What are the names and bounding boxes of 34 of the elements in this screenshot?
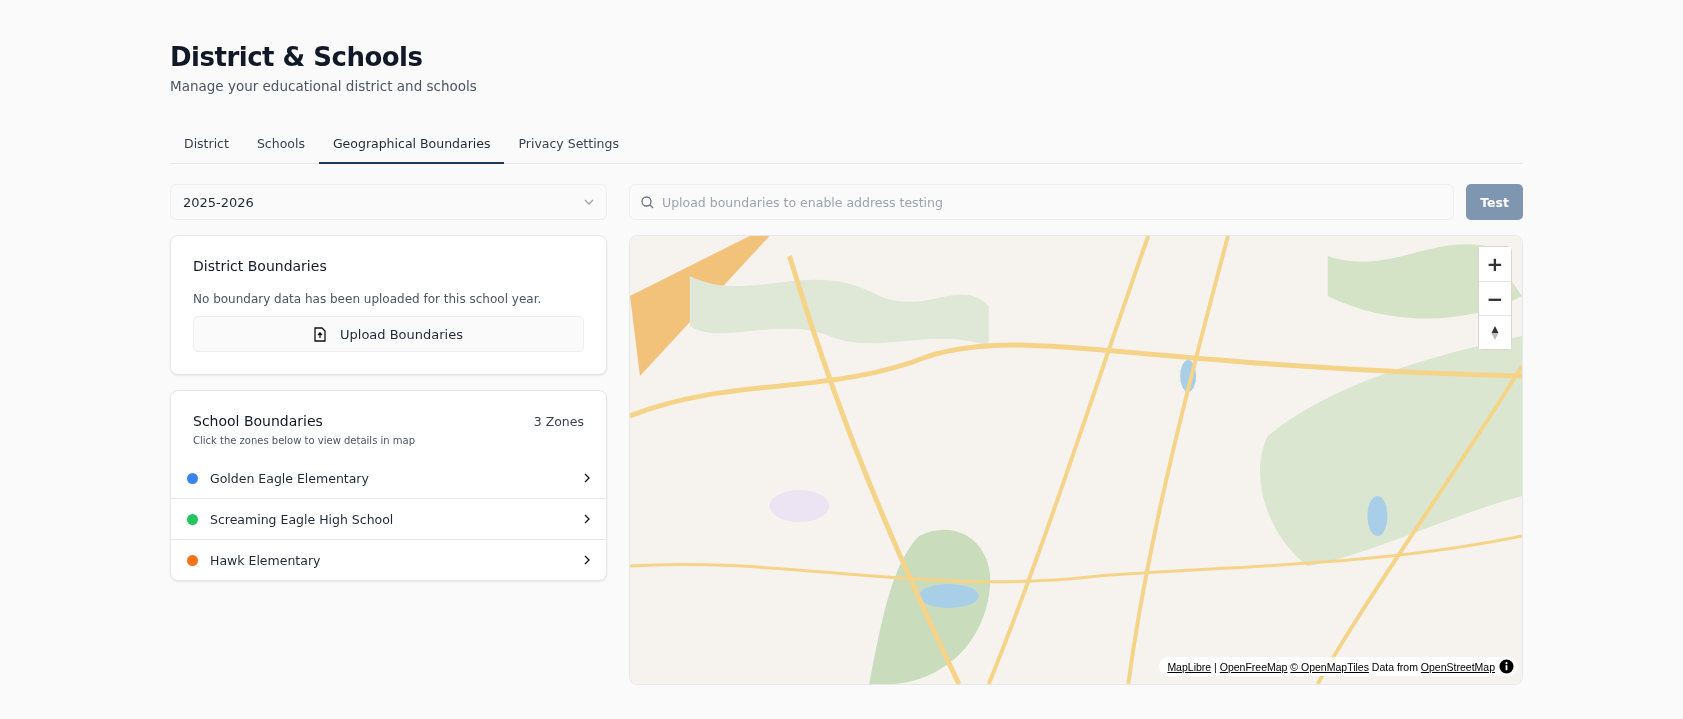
attribution-text: MapLibre | OpenFreeMap © OpenMapTiles Data from OpenStreetMap	[1167, 660, 1495, 673]
zone-item[interactable]: Screaming Eagle High School	[171, 498, 606, 539]
zone-name: Screaming Eagle High School	[210, 511, 395, 527]
attribution-link[interactable]: OpenFreeMap	[1219, 660, 1288, 673]
empty-message: No boundary data has been uploaded for this school year.	[193, 292, 543, 306]
upload-boundaries-button[interactable]: Upload Boundaries	[193, 316, 584, 352]
map[interactable]: + − MapLibre | OpenFreeMap © OpenMapTiles Data from OpenStreetMap	[629, 235, 1523, 685]
info-icon[interactable]	[1499, 659, 1514, 674]
chevron-right-icon	[584, 473, 590, 483]
page-title: District & Schools	[170, 42, 424, 72]
search-icon	[641, 196, 654, 209]
hint-text: Click the zones below to view details in map	[192, 434, 417, 448]
tab[interactable]: Geographical Boundaries	[318, 124, 505, 164]
compass-button[interactable]	[1479, 315, 1511, 349]
year-select[interactable]: 2025-2026	[170, 184, 607, 220]
zone-item[interactable]: Hawk Elementary	[171, 539, 606, 580]
zone-count: 3 Zones	[533, 414, 584, 429]
card-title: School Boundaries	[193, 413, 323, 429]
attribution-link[interactable]: © OpenMapTiles	[1290, 660, 1369, 673]
card-title: District Boundaries	[193, 258, 328, 274]
compass-icon	[1491, 324, 1499, 341]
chevron-right-icon	[584, 514, 590, 524]
zone-item[interactable]: Golden Eagle Elementary	[171, 458, 606, 498]
tab[interactable]: District	[170, 124, 243, 164]
zone-name: Golden Eagle Elementary	[210, 470, 370, 486]
zone-name: Hawk Elementary	[210, 552, 322, 568]
attribution-link[interactable]: OpenStreetMap	[1420, 660, 1495, 673]
file-upload-icon	[314, 326, 326, 342]
attribution-link[interactable]: MapLibre	[1167, 660, 1212, 673]
tab[interactable]: Privacy Settings	[504, 124, 633, 164]
page-subtitle: Manage your educational district and schools	[170, 78, 478, 94]
chevron-right-icon	[584, 555, 590, 565]
chevron-down-icon	[584, 199, 594, 205]
tab[interactable]: Schools	[242, 124, 319, 164]
